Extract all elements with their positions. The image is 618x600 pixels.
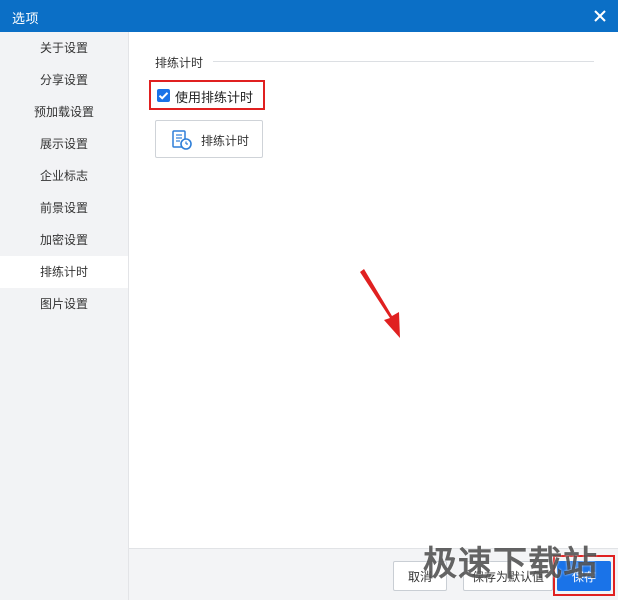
title-bar: 选项 (0, 0, 618, 32)
sidebar-item-display[interactable]: 展示设置 (0, 128, 128, 160)
options-dialog: 选项 关于设置 分享设置 预加载设置 展示设置 企业标志 前景设置 加密设置 排… (0, 0, 618, 600)
sidebar-item-share[interactable]: 分享设置 (0, 64, 128, 96)
sidebar-item-encryption[interactable]: 加密设置 (0, 224, 128, 256)
section-divider (213, 61, 594, 62)
settings-sidebar: 关于设置 分享设置 预加载设置 展示设置 企业标志 前景设置 加密设置 排练计时… (0, 32, 129, 600)
watermark: 极速下载站 (423, 544, 598, 584)
sidebar-item-preload[interactable]: 预加载设置 (0, 96, 128, 128)
rehearsal-timing-button-label: 排练计时 (201, 134, 250, 148)
close-icon-svg (594, 10, 606, 22)
section-title: 排练计时 (155, 56, 204, 70)
checkbox-label: 使用排练计时 (175, 90, 254, 105)
timer-document-icon (171, 129, 193, 151)
use-rehearsal-timing-checkbox-row[interactable]: 使用排练计时 (149, 80, 265, 110)
sidebar-item-enterprise-logo[interactable]: 企业标志 (0, 160, 128, 192)
checkmark-icon (158, 92, 169, 100)
annotation-arrow-icon (360, 269, 400, 338)
sidebar-item-foreground[interactable]: 前景设置 (0, 192, 128, 224)
sidebar-item-image[interactable]: 图片设置 (0, 288, 128, 320)
window-title: 选项 (12, 11, 40, 26)
sidebar-item-rehearsal-timing[interactable]: 排练计时 (0, 256, 128, 288)
rehearsal-timing-button[interactable]: 排练计时 (155, 120, 263, 158)
use-rehearsal-timing-checkbox[interactable] (157, 89, 170, 102)
settings-panel: 排练计时 使用排练计时 排练计时 (129, 32, 618, 548)
close-icon[interactable] (590, 6, 610, 26)
sidebar-item-about[interactable]: 关于设置 (0, 32, 128, 64)
